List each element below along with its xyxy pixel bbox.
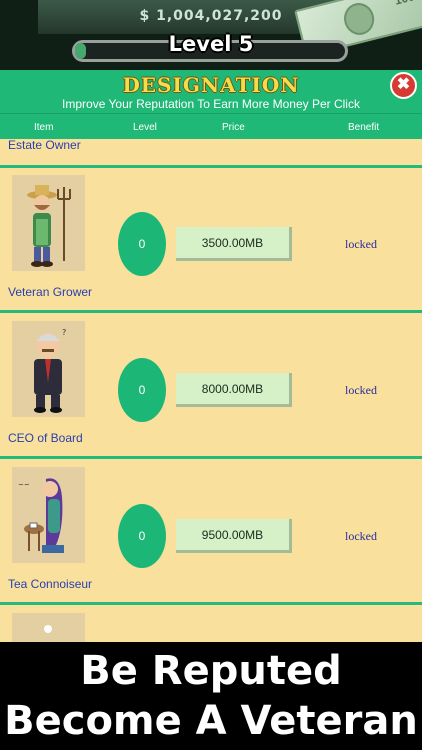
close-button[interactable]: ✖ — [390, 72, 417, 99]
svg-text:~~: ~~ — [18, 481, 30, 489]
list-item-name: Veteran Grower — [8, 285, 93, 299]
column-headers: Item Level Price Benefit — [0, 113, 422, 139]
list-item-veteran-grower: Veteran Grower 0 3500.00MB locked — [0, 175, 422, 315]
farmer-icon — [12, 175, 85, 271]
banknote-value: 100 — [393, 0, 416, 8]
level-indicator: 0 — [118, 358, 166, 422]
benefit-status: locked — [345, 529, 377, 543]
list-item-name: Tea Connoiseur — [8, 577, 93, 591]
next-item-portrait — [12, 613, 85, 642]
panel-subtitle: Improve Your Reputation To Earn More Mon… — [62, 97, 360, 111]
row-separator — [0, 602, 422, 605]
designation-list[interactable]: Estate Owner Veteran Grower 0 3500.00MB … — [0, 139, 422, 642]
benefit-status: locked — [345, 237, 377, 251]
row-separator — [0, 456, 422, 459]
list-item-name: CEO of Board — [8, 431, 83, 445]
game-header: $ 1,004,027,200 100 Level 5 — [0, 0, 422, 70]
row-separator — [0, 310, 422, 313]
level-indicator: 0 — [118, 212, 166, 276]
list-item-ceo-of-board: ? CEO of Board 0 8000.00MB locked — [0, 321, 422, 461]
buy-price-button[interactable]: 9500.00MB — [176, 519, 292, 553]
designation-panel-header: DESIGNATION Improve Your Reputation To E… — [0, 70, 422, 113]
close-icon: ✖ — [396, 76, 411, 93]
ceo-icon: ? — [12, 321, 85, 417]
row-separator — [0, 165, 422, 168]
tea-lady-icon: ~~ — [12, 467, 85, 563]
list-item-name-partial: Estate Owner — [8, 139, 81, 152]
level-indicator: 0 — [118, 504, 166, 568]
column-header-item: Item — [34, 122, 54, 133]
promo-caption: Be Reputed Become A Veteran — [0, 642, 422, 750]
caption-line-2: Become A Veteran — [4, 698, 418, 744]
column-header-benefit: Benefit — [348, 122, 380, 133]
buy-price-button[interactable]: 8000.00MB — [176, 373, 292, 407]
level-label: Level 5 — [168, 32, 254, 56]
caption-line-1: Be Reputed — [80, 648, 342, 694]
list-item-tea-connoiseur: ~~ Tea Connoiseur 0 9500.00MB locked — [0, 467, 422, 607]
panel-title: DESIGNATION — [122, 73, 300, 97]
benefit-status: locked — [345, 383, 377, 397]
column-header-level: Level — [133, 122, 157, 133]
column-header-price: Price — [222, 122, 245, 133]
buy-price-button[interactable]: 3500.00MB — [176, 227, 292, 261]
svg-text:?: ? — [62, 328, 66, 337]
